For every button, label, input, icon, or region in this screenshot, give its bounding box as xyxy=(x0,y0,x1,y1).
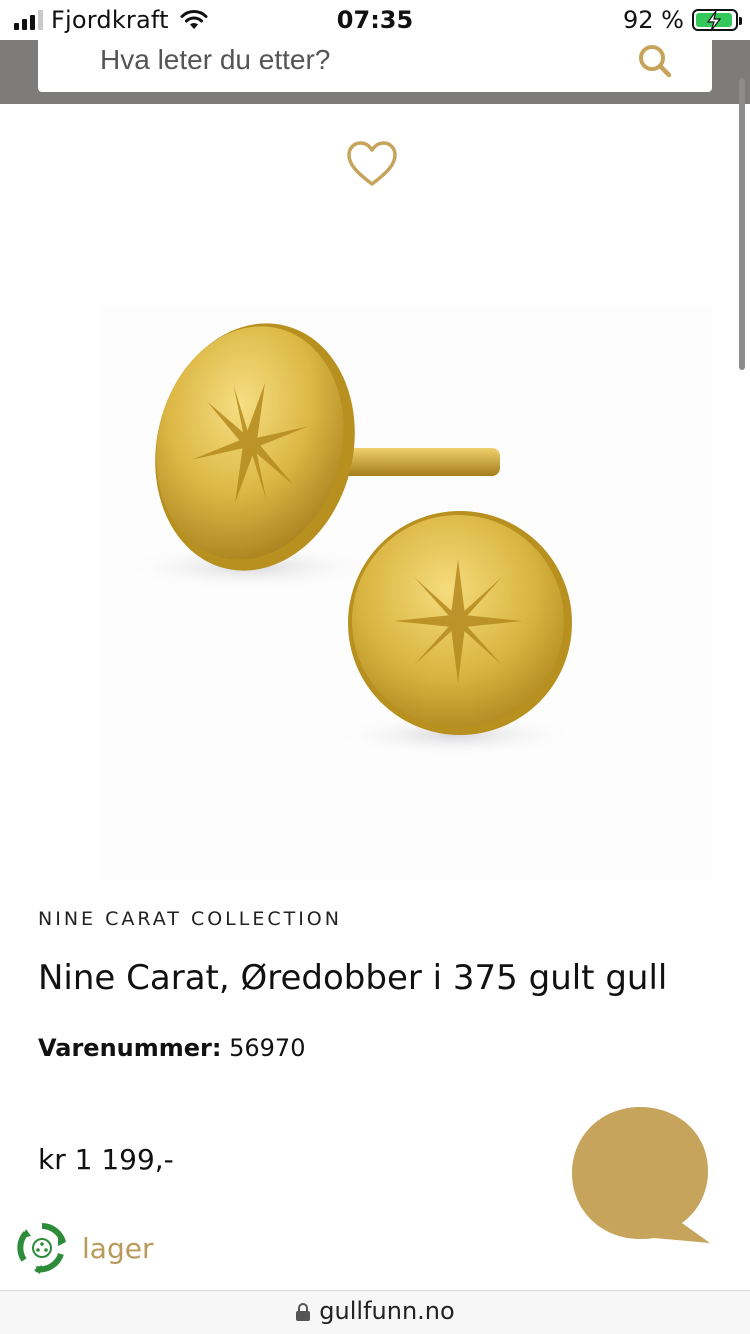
product-brand[interactable]: NINE CARAT COLLECTION xyxy=(38,908,342,930)
product-image[interactable] xyxy=(100,305,712,880)
stock-icon xyxy=(17,1223,66,1274)
product-sku: Varenummer: 56970 xyxy=(38,1034,305,1062)
status-right: 92 % xyxy=(623,6,742,34)
stock-status: lager xyxy=(14,1220,153,1276)
sku-value: 56970 xyxy=(229,1034,306,1062)
chat-icon[interactable] xyxy=(570,1105,712,1250)
url-text: gullfunn.no xyxy=(319,1297,455,1325)
sku-label: Varenummer: xyxy=(38,1034,222,1062)
browser-url-bar[interactable]: gullfunn.no xyxy=(0,1290,750,1334)
battery-icon xyxy=(692,9,742,32)
search-placeholder: Hva leter du etter? xyxy=(100,44,331,75)
product-title: Nine Carat, Øredobber i 375 gult gull xyxy=(38,958,668,998)
status-bar: Fjordkraft 07:35 92 % xyxy=(0,0,750,40)
search-icon[interactable] xyxy=(636,42,674,80)
product-price: kr 1 199,- xyxy=(38,1143,174,1176)
url-display[interactable]: gullfunn.no xyxy=(0,1297,750,1325)
lock-icon xyxy=(296,1303,311,1321)
scrollbar[interactable] xyxy=(739,78,745,370)
heart-icon[interactable] xyxy=(346,140,398,192)
stock-label: lager xyxy=(82,1231,154,1265)
search-input[interactable]: Hva leter du etter? xyxy=(38,36,712,92)
battery-percent: 92 % xyxy=(623,6,684,34)
